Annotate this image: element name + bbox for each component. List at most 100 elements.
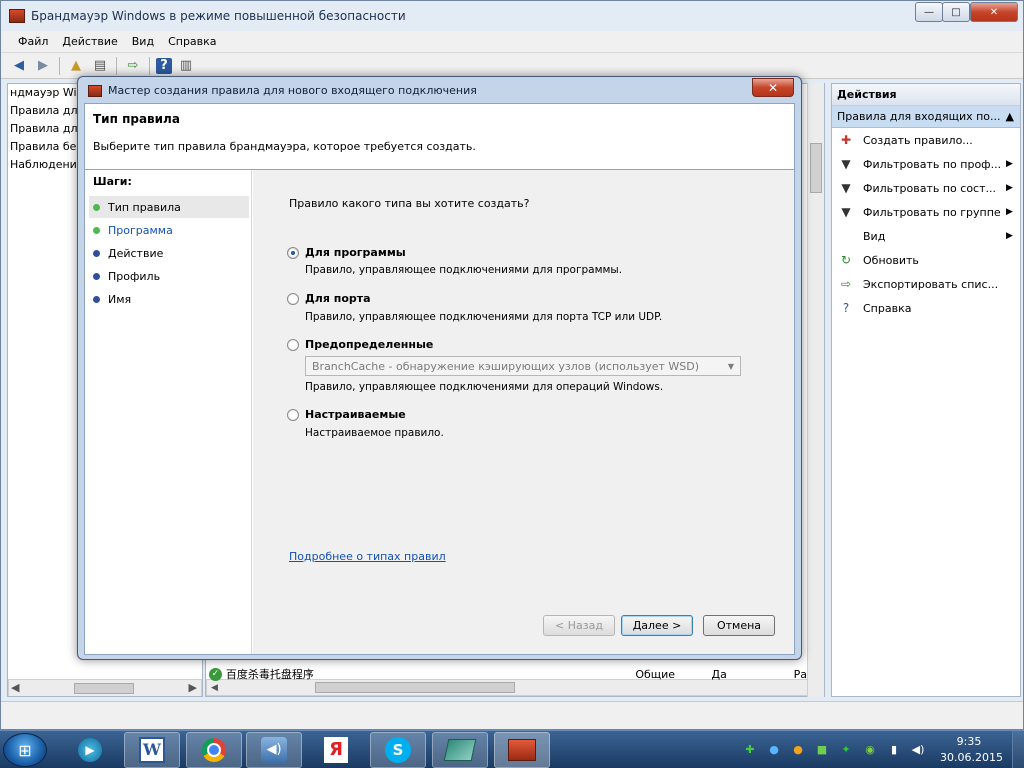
menu-help[interactable]: Справка <box>161 31 223 52</box>
list-vertical-scrollbar[interactable] <box>807 83 824 697</box>
action-item[interactable]: ▼ Фильтровать по группе ▶ <box>832 200 1020 224</box>
scroll-thumb[interactable] <box>315 682 515 693</box>
page-title: Тип правила <box>93 112 180 126</box>
cancel-button[interactable]: Отмена <box>703 615 775 636</box>
sync-tray-icon[interactable]: ✦ <box>838 741 854 757</box>
tree-horizontal-scrollbar[interactable]: ◀ ▶ <box>8 679 202 696</box>
radio-custom[interactable] <box>287 408 299 421</box>
dialog-title: Мастер создания правила для нового входя… <box>108 84 477 97</box>
step-program[interactable]: Программа <box>89 219 249 241</box>
network-tool-icon <box>443 739 477 761</box>
taskbar-network-tool[interactable] <box>432 732 488 768</box>
taskbar-media-player[interactable]: ▶ <box>62 732 118 768</box>
radio-port[interactable] <box>287 292 299 305</box>
toolbar-divider <box>59 56 60 75</box>
update-tray-icon[interactable]: ● <box>790 741 806 757</box>
option-port[interactable]: Для порта <box>287 292 371 305</box>
submenu-arrow-icon: ▶ <box>1006 207 1013 217</box>
steps-title: Шаги: <box>93 175 132 188</box>
blank-icon <box>836 228 856 244</box>
predefined-rules-select[interactable]: BranchCache - обнаружение кэширующих узл… <box>305 356 741 376</box>
media-player-icon: ▶ <box>78 738 102 762</box>
network-bars-icon[interactable]: ▮ <box>886 741 902 757</box>
radio-predefined[interactable] <box>287 338 299 351</box>
action-item[interactable]: ✚ Создать правило... <box>832 128 1020 152</box>
actions-section[interactable]: Правила для входящих по... ▲ <box>832 106 1020 128</box>
scroll-left-icon[interactable]: ◀ <box>211 683 218 693</box>
option-program[interactable]: Для программы <box>287 246 406 259</box>
security-shield-icon[interactable]: ✚ <box>742 741 758 757</box>
taskbar-yandex[interactable]: Я <box>308 732 364 768</box>
question-text: Правило какого типа вы хотите создать? <box>289 197 530 210</box>
collapse-icon[interactable]: ▲ <box>1006 106 1014 127</box>
taskbar-sound-app[interactable]: ◀) <box>246 732 302 768</box>
taskbar-firewall[interactable] <box>494 732 550 768</box>
step-label: Имя <box>108 292 132 306</box>
action-item[interactable]: ↻ Обновить <box>832 248 1020 272</box>
firewall-app-icon <box>9 9 25 23</box>
menu-action[interactable]: Действие <box>55 31 124 52</box>
dialog-close-button[interactable]: ✕ <box>752 78 794 97</box>
up-folder-icon[interactable]: ▲ <box>66 56 86 76</box>
option-description: Настраиваемое правило. <box>305 427 444 439</box>
word-icon: W <box>139 737 165 763</box>
table-row[interactable]: ✓ 百度杀毒托盘程序 Общие Да Ра <box>209 665 807 683</box>
scroll-thumb[interactable] <box>810 143 822 193</box>
new-rule-wizard-dialog: Мастер создания правила для нового входя… <box>77 76 802 660</box>
taskbar-chrome[interactable] <box>186 732 242 768</box>
step-label: Действие <box>108 246 164 260</box>
show-action-pane-icon[interactable]: ▥ <box>176 56 196 76</box>
scroll-thumb[interactable] <box>74 682 134 694</box>
steps-panel: Шаги: Тип правила Программа Действие Про… <box>85 170 252 654</box>
menu-view[interactable]: Вид <box>125 31 161 52</box>
step-status-dot <box>93 226 100 234</box>
maximize-button[interactable]: □ <box>942 2 970 22</box>
status-bar <box>1 701 1023 729</box>
main-title-bar: Брандмауэр Windows в режиме повышенной б… <box>9 1 406 31</box>
action-item[interactable]: Вид ▶ <box>832 224 1020 248</box>
minimize-button[interactable]: — <box>915 2 943 22</box>
show-tree-icon[interactable]: ▤ <box>90 56 110 76</box>
network-tray-icon[interactable]: ● <box>766 741 782 757</box>
submenu-arrow-icon: ▶ <box>1006 183 1013 193</box>
antivirus-tray-icon[interactable]: ■ <box>814 741 830 757</box>
action-item[interactable]: ⇨ Экспортировать спис... <box>832 272 1020 296</box>
step-rule-type[interactable]: Тип правила <box>89 196 249 218</box>
system-clock[interactable]: 9:35 30.06.2015 <box>940 734 1003 766</box>
rule-types-help-link[interactable]: Подробнее о типах правил <box>289 550 446 563</box>
actions-list: ✚ Создать правило... ▼ Фильтровать по проф.… <box>832 128 1020 320</box>
wizard-content: Правило какого типа вы хотите создать? Д… <box>253 170 794 654</box>
step-name[interactable]: Имя <box>89 288 249 310</box>
menu-file[interactable]: Файл <box>11 31 55 52</box>
step-label: Профиль <box>108 269 161 283</box>
option-description: Правило, управляющее подключениями для п… <box>305 311 663 323</box>
rule-enabled: Да <box>711 667 727 681</box>
export-icon[interactable]: ⇨ <box>123 56 143 76</box>
back-arrow-icon[interactable]: ◀ <box>9 56 29 76</box>
next-button[interactable]: Далее > <box>621 615 693 636</box>
rule-profile: Общие <box>635 667 676 681</box>
close-button[interactable]: ✕ <box>970 2 1018 22</box>
action-item[interactable]: ▼ Фильтровать по сост... ▶ <box>832 176 1020 200</box>
start-button[interactable]: ⊞ <box>3 733 47 767</box>
option-custom[interactable]: Настраиваемые <box>287 408 406 421</box>
window-title: Брандмауэр Windows в режиме повышенной б… <box>31 9 406 23</box>
filter-icon: ▼ <box>841 205 851 219</box>
action-item[interactable]: ? Справка <box>832 296 1020 320</box>
scroll-right-icon[interactable]: ▶ <box>189 679 197 696</box>
show-desktop-button[interactable] <box>1012 731 1024 768</box>
back-button[interactable]: < Назад <box>543 615 615 636</box>
step-action[interactable]: Действие <box>89 242 249 264</box>
scroll-left-icon[interactable]: ◀ <box>11 679 19 696</box>
firewall-icon <box>508 739 536 761</box>
step-profile[interactable]: Профиль <box>89 265 249 287</box>
option-predefined[interactable]: Предопределенные <box>287 338 433 351</box>
help-icon[interactable]: ? <box>156 57 172 74</box>
forward-arrow-icon[interactable]: ▶ <box>33 56 53 76</box>
action-item[interactable]: ▼ Фильтровать по проф... ▶ <box>832 152 1020 176</box>
nvidia-tray-icon[interactable]: ◉ <box>862 741 878 757</box>
taskbar-word[interactable]: W <box>124 732 180 768</box>
taskbar-skype[interactable]: S <box>370 732 426 768</box>
radio-program[interactable] <box>287 246 299 259</box>
volume-icon[interactable]: ◀) <box>910 741 926 757</box>
